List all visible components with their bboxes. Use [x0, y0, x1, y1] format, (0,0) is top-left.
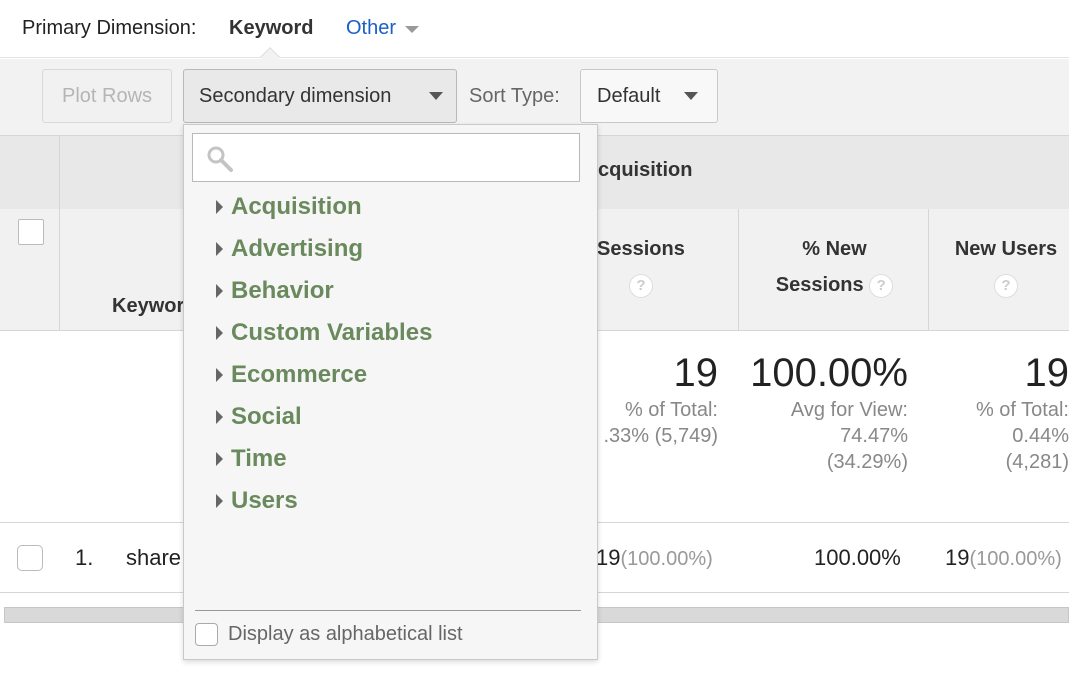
row-number: 1. [75, 545, 94, 570]
help-icon[interactable]: ? [869, 273, 894, 298]
primary-dimension-other-link[interactable]: Other [346, 17, 396, 40]
new-users-sub2: 0.44% [1012, 425, 1069, 447]
search-input[interactable] [241, 140, 571, 176]
dimension-category-item[interactable]: Advertising [216, 233, 363, 265]
acquisition-group-title: cquisition [598, 159, 693, 181]
sort-type-label: Sort Type: [469, 85, 560, 107]
dimension-category-item[interactable]: Acquisition [216, 191, 362, 223]
new-sessions-total: 100.00% [750, 351, 908, 395]
row-sessions-pct: (100.00%) [620, 548, 713, 570]
dimension-category-item[interactable]: Custom Variables [216, 317, 432, 349]
dimension-category-label: Time [231, 445, 287, 472]
secondary-dimension-dropdown: Acquisition Advertising Behavior Custom Var… [183, 124, 598, 660]
dimension-category-item[interactable]: Behavior [216, 275, 334, 307]
new-sessions-column-header[interactable]: % New Sessions ? [740, 231, 929, 303]
expand-triangle-icon [216, 452, 223, 466]
dimension-category-label: Ecommerce [231, 361, 368, 388]
dimension-category-label: Social [231, 403, 302, 430]
alphabetical-list-label: Display as alphabetical list [228, 623, 463, 645]
sessions-total-sub1: % of Total: [624, 399, 718, 421]
dimension-category-label: Behavior [231, 277, 334, 304]
select-all-checkbox[interactable] [18, 219, 44, 245]
dimension-category-item[interactable]: Social [216, 401, 302, 433]
secondary-dimension-button[interactable]: Secondary dimension [183, 69, 457, 123]
new-users-sub1: % of Total: [975, 399, 1069, 421]
expand-triangle-icon [216, 494, 223, 508]
sessions-header-text: Sessions [597, 238, 685, 260]
dimension-category-label: Users [231, 487, 298, 514]
new-sessions-header-line2: Sessions [775, 274, 864, 296]
help-icon[interactable]: ? [994, 273, 1018, 298]
dimension-category-item[interactable]: Ecommerce [216, 359, 367, 391]
row-new-users: 19(100.00%) [945, 545, 1062, 571]
expand-triangle-icon [216, 284, 223, 298]
new-users-sub3: (4,281) [1005, 451, 1069, 473]
expand-triangle-icon [216, 200, 223, 214]
new-users-column-header[interactable]: New Users ? [930, 231, 1069, 303]
primary-dimension-label: Primary Dimension: [22, 17, 197, 39]
primary-dimension-bar: Primary Dimension: Keyword Other [0, 0, 1069, 58]
sessions-total-sub2: .33% (5,749) [603, 425, 718, 447]
new-sessions-sub1: Avg for View: [790, 399, 908, 421]
caret-down-icon [429, 92, 443, 100]
new-sessions-sub3: (34.29%) [826, 451, 908, 473]
expand-triangle-icon [216, 410, 223, 424]
expand-triangle-icon [216, 326, 223, 340]
caret-down-icon [684, 92, 698, 100]
keyword-column-header[interactable]: Keywor [112, 295, 184, 318]
row-checkbox[interactable] [17, 545, 43, 571]
alphabetical-list-checkbox[interactable] [195, 623, 218, 646]
row-new-users-value: 19 [945, 545, 970, 570]
alphabetical-list-option[interactable]: Display as alphabetical list [195, 623, 463, 646]
row-new-users-pct: (100.00%) [969, 548, 1062, 570]
help-icon[interactable]: ? [629, 273, 653, 298]
row-new-sessions: 100.00% [814, 545, 901, 570]
primary-dimension-keyword[interactable]: Keyword [229, 17, 313, 40]
dimension-category-label: Acquisition [231, 193, 362, 220]
row-keyword-link[interactable]: share [126, 545, 181, 571]
plot-rows-button[interactable]: Plot Rows [42, 69, 172, 123]
expand-triangle-icon [216, 242, 223, 256]
new-sessions-header-line1: % New [802, 238, 867, 260]
dimension-search-box[interactable] [192, 133, 580, 182]
search-icon [207, 146, 233, 172]
dimension-category-label: Advertising [231, 235, 364, 262]
expand-triangle-icon [216, 368, 223, 382]
chevron-down-icon[interactable] [405, 26, 419, 33]
new-users-total: 19 [1024, 351, 1069, 395]
row-sessions-value: 19 [596, 545, 621, 570]
new-users-header-text: New Users [954, 238, 1058, 260]
secondary-dimension-label: Secondary dimension [199, 84, 392, 107]
sort-type-value: Default [597, 84, 661, 107]
sessions-column-header[interactable]: Sessions ? [597, 231, 737, 303]
plot-rows-label: Plot Rows [61, 84, 153, 107]
sessions-total: 19 [673, 351, 719, 395]
new-sessions-sub2: 74.47% [840, 425, 908, 447]
dropdown-divider [195, 610, 581, 611]
sort-type-select[interactable]: Default [580, 69, 718, 123]
dimension-category-item[interactable]: Users [216, 485, 298, 517]
dimension-category-item[interactable]: Time [216, 443, 287, 475]
dimension-category-label: Custom Variables [231, 319, 433, 346]
row-sessions: 19(100.00%) [596, 545, 713, 571]
